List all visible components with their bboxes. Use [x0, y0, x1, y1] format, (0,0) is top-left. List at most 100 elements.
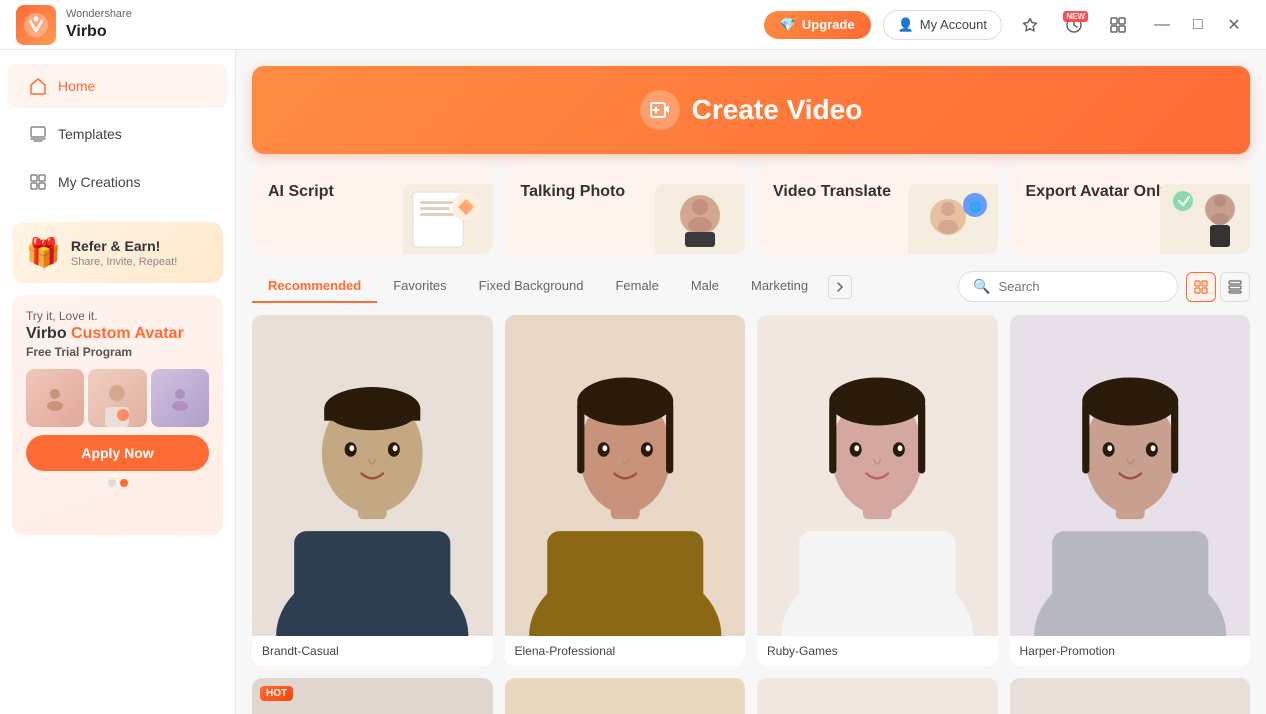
grid-view-button[interactable] — [1186, 272, 1216, 302]
feature-export-avatar-img — [1160, 184, 1250, 254]
title-bar-actions: 💎 Upgrade 👤 My Account NEW — □ ✕ — [764, 9, 1250, 41]
avatar-image — [1010, 678, 1251, 714]
promo-refer-card[interactable]: 🎁 Refer & Earn! Share, Invite, Repeat! — [12, 222, 223, 283]
favorite-icon-button[interactable] — [1014, 9, 1046, 41]
refer-title: Refer & Earn! — [71, 238, 177, 254]
avatar-image — [505, 678, 746, 714]
avatar-grid: Brandt-Casual — [252, 315, 1250, 714]
avatar-card[interactable] — [505, 678, 746, 714]
home-icon — [28, 76, 48, 96]
feature-ai-script-title: AI Script — [268, 182, 334, 203]
promo-dots — [26, 479, 209, 487]
window-controls: — □ ✕ — [1146, 9, 1250, 41]
promo-avatar-eyebrow: Try it, Love it. — [26, 309, 209, 323]
avatar-card[interactable]: Brandt-Casual — [252, 315, 493, 666]
filter-search-area: 🔍 — [958, 271, 1250, 302]
hot-badge: HOT — [260, 686, 293, 701]
avatar-card[interactable] — [757, 678, 998, 714]
avatar-card[interactable]: Harper-Promotion — [1010, 315, 1251, 666]
my-account-button[interactable]: 👤 My Account — [883, 10, 1002, 40]
avatar-card[interactable]: Ruby-Games — [757, 315, 998, 666]
feature-video-translate-title: Video Translate — [773, 182, 891, 203]
feature-talking-photo-title: Talking Photo — [521, 182, 626, 203]
avatar-name: Harper-Promotion — [1010, 636, 1251, 666]
promo-avatar-brand: Virbo Custom Avatar — [26, 325, 209, 343]
filter-tab-recommended[interactable]: Recommended — [252, 270, 377, 303]
filter-tabs-row: Recommended Favorites Fixed Background F… — [252, 270, 1250, 303]
app-branding: Wondershare Virbo — [16, 5, 132, 45]
sidebar: Home Templates My Creations 🎁 Refer & Ea… — [0, 50, 236, 714]
sidebar-item-home[interactable]: Home — [8, 64, 227, 108]
avatar-name: Ruby-Games — [757, 636, 998, 666]
filter-tab-favorites[interactable]: Favorites — [377, 270, 462, 303]
templates-icon — [28, 124, 48, 144]
avatar-image: HOT — [252, 678, 493, 714]
promo-img-1 — [26, 369, 84, 427]
search-box[interactable]: 🔍 — [958, 271, 1178, 302]
sidebar-templates-label: Templates — [58, 126, 122, 142]
promo-img-3 — [151, 369, 209, 427]
filter-tab-marketing[interactable]: Marketing — [735, 270, 824, 303]
filter-tab-female[interactable]: Female — [599, 270, 674, 303]
create-video-inner: Create Video — [640, 90, 863, 130]
avatar-name: Elena-Professional — [505, 636, 746, 666]
promo-img-2 — [88, 369, 146, 427]
feature-card-talking-photo[interactable]: Talking Photo — [505, 166, 746, 254]
promo-avatar-images — [26, 369, 209, 427]
grid-icon-button[interactable] — [1102, 9, 1134, 41]
account-icon: 👤 — [898, 17, 914, 33]
feature-card-export-avatar[interactable]: Export Avatar Only — [1010, 166, 1251, 254]
filter-tab-male[interactable]: Male — [675, 270, 735, 303]
upgrade-button[interactable]: 💎 Upgrade — [764, 11, 871, 39]
apply-now-button[interactable]: Apply Now — [26, 435, 209, 471]
upgrade-icon: 💎 — [780, 17, 796, 33]
avatar-image — [757, 678, 998, 714]
sidebar-home-label: Home — [58, 78, 95, 94]
promo-avatar-sub: Free Trial Program — [26, 345, 209, 359]
sidebar-item-my-creations[interactable]: My Creations — [8, 160, 227, 204]
refer-icon: 🎁 — [26, 236, 61, 269]
create-video-label: Create Video — [692, 94, 863, 126]
search-icon: 🔍 — [973, 278, 990, 295]
history-icon-button[interactable]: NEW — [1058, 9, 1090, 41]
list-view-button[interactable] — [1220, 272, 1250, 302]
avatar-card[interactable] — [1010, 678, 1251, 714]
new-badge: NEW — [1063, 11, 1088, 22]
avatar-image — [505, 315, 746, 636]
feature-card-video-translate[interactable]: Video Translate 🌐 — [757, 166, 998, 254]
app-logo — [16, 5, 56, 45]
content-area: Create Video AI Script Talking Photo Vi — [236, 50, 1266, 714]
create-video-icon — [640, 90, 680, 130]
dot-2 — [120, 479, 128, 487]
refer-subtitle: Share, Invite, Repeat! — [71, 256, 177, 268]
sidebar-promo: 🎁 Refer & Earn! Share, Invite, Repeat! T… — [12, 222, 223, 547]
filter-tab-fixed-background[interactable]: Fixed Background — [463, 270, 600, 303]
feature-export-avatar-title: Export Avatar Only — [1026, 182, 1170, 203]
create-video-banner[interactable]: Create Video — [252, 66, 1250, 154]
minimize-button[interactable]: — — [1146, 9, 1178, 41]
svg-text:🌐: 🌐 — [969, 200, 981, 213]
sidebar-item-templates[interactable]: Templates — [8, 112, 227, 156]
sidebar-my-creations-label: My Creations — [58, 174, 140, 190]
avatar-image — [757, 315, 998, 636]
app-name-label: Virbo — [66, 22, 132, 41]
creations-icon — [28, 172, 48, 192]
feature-video-translate-img: 🌐 — [908, 184, 998, 254]
feature-talking-photo-img — [655, 184, 745, 254]
avatar-card[interactable]: Elena-Professional — [505, 315, 746, 666]
feature-ai-script-img — [403, 184, 493, 254]
feature-cards: AI Script Talking Photo Video Translate … — [252, 166, 1250, 254]
app-name: Wondershare Virbo — [66, 8, 132, 40]
promo-avatar-card: Try it, Love it. Virbo Custom Avatar Fre… — [12, 295, 223, 535]
maximize-button[interactable]: □ — [1182, 9, 1214, 41]
search-input[interactable] — [998, 279, 1163, 294]
avatar-card[interactable]: HOT — [252, 678, 493, 714]
avatar-image — [252, 315, 493, 636]
main-layout: Home Templates My Creations 🎁 Refer & Ea… — [0, 50, 1266, 714]
feature-card-ai-script[interactable]: AI Script — [252, 166, 493, 254]
company-name: Wondershare — [66, 8, 132, 21]
dot-1 — [108, 479, 116, 487]
view-toggle-buttons — [1186, 272, 1250, 302]
filter-more-button[interactable] — [828, 275, 852, 299]
close-button[interactable]: ✕ — [1218, 9, 1250, 41]
